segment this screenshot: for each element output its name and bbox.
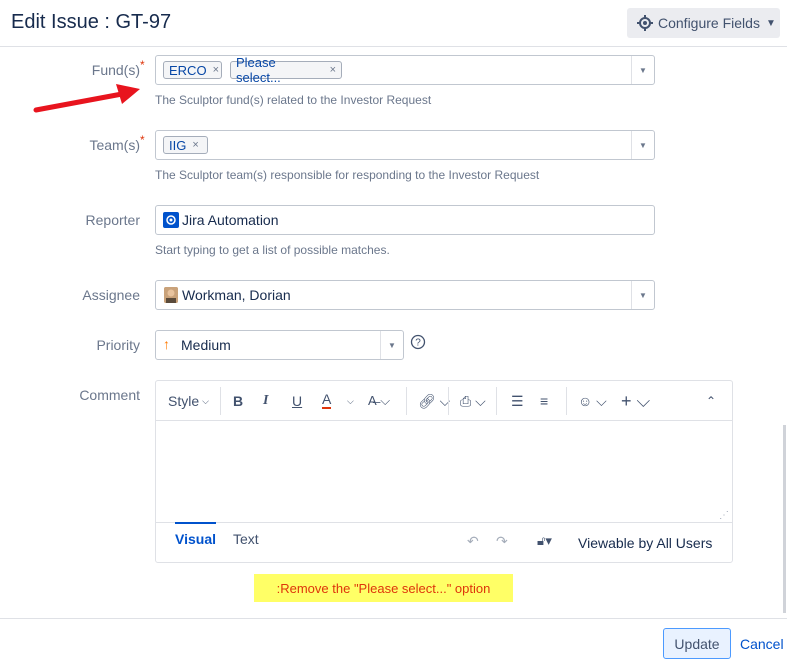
scrollbar[interactable] bbox=[783, 425, 786, 613]
gear-icon bbox=[637, 15, 653, 31]
funds-field[interactable]: ERCO × Please select... × ▼ bbox=[155, 55, 655, 85]
numbered-list-icon[interactable]: ≡ bbox=[540, 391, 548, 411]
dialog-header: Edit Issue : GT-97 Configure Fields ▼ bbox=[0, 0, 787, 47]
configure-fields-button[interactable]: Configure Fields ▼ bbox=[627, 8, 780, 38]
priority-label: Priority bbox=[96, 337, 140, 353]
style-dropdown[interactable]: Style ⌵ bbox=[168, 391, 209, 411]
tab-text[interactable]: Text bbox=[233, 531, 259, 547]
style-label: Style bbox=[168, 393, 200, 409]
chip-label: ERCO bbox=[169, 62, 207, 78]
italic-icon[interactable]: I bbox=[263, 391, 268, 411]
configure-fields-label: Configure Fields bbox=[658, 15, 760, 31]
remove-icon[interactable]: × bbox=[213, 64, 219, 76]
annotation-arrow-icon bbox=[33, 84, 140, 113]
caret-down-icon: ▼ bbox=[765, 17, 776, 29]
dropdown-arrow-icon[interactable]: ▼ bbox=[631, 56, 654, 84]
link-icon[interactable]: 🔗︎ ⌵ bbox=[418, 391, 450, 411]
dialog-title: Edit Issue : GT-97 bbox=[11, 11, 172, 33]
automation-avatar-icon bbox=[163, 212, 179, 228]
editor-footer: Visual Text ↶ ↷ 🔓︎▾ Viewable by All User… bbox=[156, 522, 732, 562]
chevron-down-icon[interactable]: ⌵ bbox=[347, 391, 354, 411]
team-chip-iig[interactable]: IIG × bbox=[163, 136, 208, 154]
toolbar-divider bbox=[406, 387, 407, 415]
cancel-link[interactable]: Cancel bbox=[740, 636, 784, 652]
required-icon: * bbox=[140, 58, 145, 72]
comment-editor: Style ⌵ B I U A ⌵ A̶ ⌵ 🔗︎ ⌵ ⎙ ⌵ ☰ ≡ ☺ ⌵ … bbox=[155, 380, 733, 563]
dropdown-arrow-icon[interactable]: ▼ bbox=[631, 131, 654, 159]
toolbar-divider bbox=[496, 387, 497, 415]
funds-label: Fund(s) bbox=[91, 62, 140, 78]
text-color-icon[interactable]: A bbox=[322, 391, 332, 409]
visibility-label[interactable]: Viewable by All Users bbox=[578, 535, 712, 551]
required-icon: * bbox=[140, 133, 145, 147]
undo-icon[interactable]: ↶ bbox=[467, 533, 479, 550]
more-formatting-icon[interactable]: A̶ ⌵ bbox=[368, 391, 390, 411]
teams-label: Team(s) bbox=[89, 137, 140, 153]
teams-field[interactable]: IIG × ▼ bbox=[155, 130, 655, 160]
reporter-label: Reporter bbox=[85, 212, 140, 228]
toolbar-divider bbox=[566, 387, 567, 415]
bold-icon[interactable]: B bbox=[233, 391, 243, 411]
fund-chip-please-select[interactable]: Please select... × bbox=[230, 55, 342, 85]
remove-icon[interactable]: × bbox=[330, 64, 336, 76]
annotation-note: :Remove the "Please select..." option bbox=[254, 574, 513, 602]
priority-field[interactable]: ↑ Medium ▼ bbox=[155, 330, 404, 360]
comment-label: Comment bbox=[79, 387, 140, 403]
comment-textarea[interactable]: ⋰ bbox=[156, 422, 732, 522]
help-icon[interactable]: ? bbox=[410, 334, 426, 350]
attachment-icon[interactable]: ⎙ ⌵ bbox=[460, 391, 486, 411]
funds-description: The Sculptor fund(s) related to the Inve… bbox=[155, 93, 432, 107]
resize-handle-icon[interactable]: ⋰ bbox=[719, 510, 729, 521]
editor-toolbar: Style ⌵ B I U A ⌵ A̶ ⌵ 🔗︎ ⌵ ⎙ ⌵ ☰ ≡ ☺ ⌵ … bbox=[156, 381, 732, 421]
dropdown-arrow-icon[interactable]: ▼ bbox=[631, 281, 654, 309]
assignee-field[interactable]: Workman, Dorian ▼ bbox=[155, 280, 655, 310]
reporter-field[interactable]: Jira Automation bbox=[155, 205, 655, 235]
chip-label: Please select... bbox=[236, 55, 281, 85]
tab-visual[interactable]: Visual bbox=[175, 522, 216, 547]
toolbar-divider bbox=[448, 387, 449, 415]
reporter-description: Start typing to get a list of possible m… bbox=[155, 243, 390, 257]
fund-chip-erco[interactable]: ERCO × bbox=[163, 61, 222, 79]
arrow-up-icon: ↑ bbox=[163, 336, 170, 352]
update-button[interactable]: Update bbox=[663, 628, 731, 659]
plus-icon[interactable]: + ⌵ bbox=[621, 391, 650, 411]
teams-description: The Sculptor team(s) responsible for res… bbox=[155, 168, 540, 182]
lock-icon[interactable]: 🔓︎▾ bbox=[537, 533, 552, 549]
reporter-value: Jira Automation bbox=[182, 212, 279, 228]
redo-icon[interactable]: ↷ bbox=[496, 533, 508, 550]
priority-value: Medium bbox=[181, 337, 231, 353]
chevron-down-icon: ⌵ bbox=[202, 395, 209, 406]
underline-icon[interactable]: U bbox=[292, 391, 302, 411]
remove-icon[interactable]: × bbox=[192, 139, 198, 151]
chip-label: IIG bbox=[169, 137, 187, 153]
emoji-icon[interactable]: ☺ ⌵ bbox=[578, 391, 607, 411]
assignee-value: Workman, Dorian bbox=[182, 287, 291, 303]
dropdown-arrow-icon[interactable]: ▼ bbox=[380, 331, 403, 359]
bullet-list-icon[interactable]: ☰ bbox=[511, 391, 524, 411]
avatar bbox=[164, 287, 178, 303]
assignee-label: Assignee bbox=[82, 287, 140, 303]
svg-text:?: ? bbox=[415, 338, 421, 349]
toolbar-divider bbox=[220, 387, 221, 415]
collapse-toolbar-icon[interactable]: ⌃ bbox=[706, 391, 716, 411]
